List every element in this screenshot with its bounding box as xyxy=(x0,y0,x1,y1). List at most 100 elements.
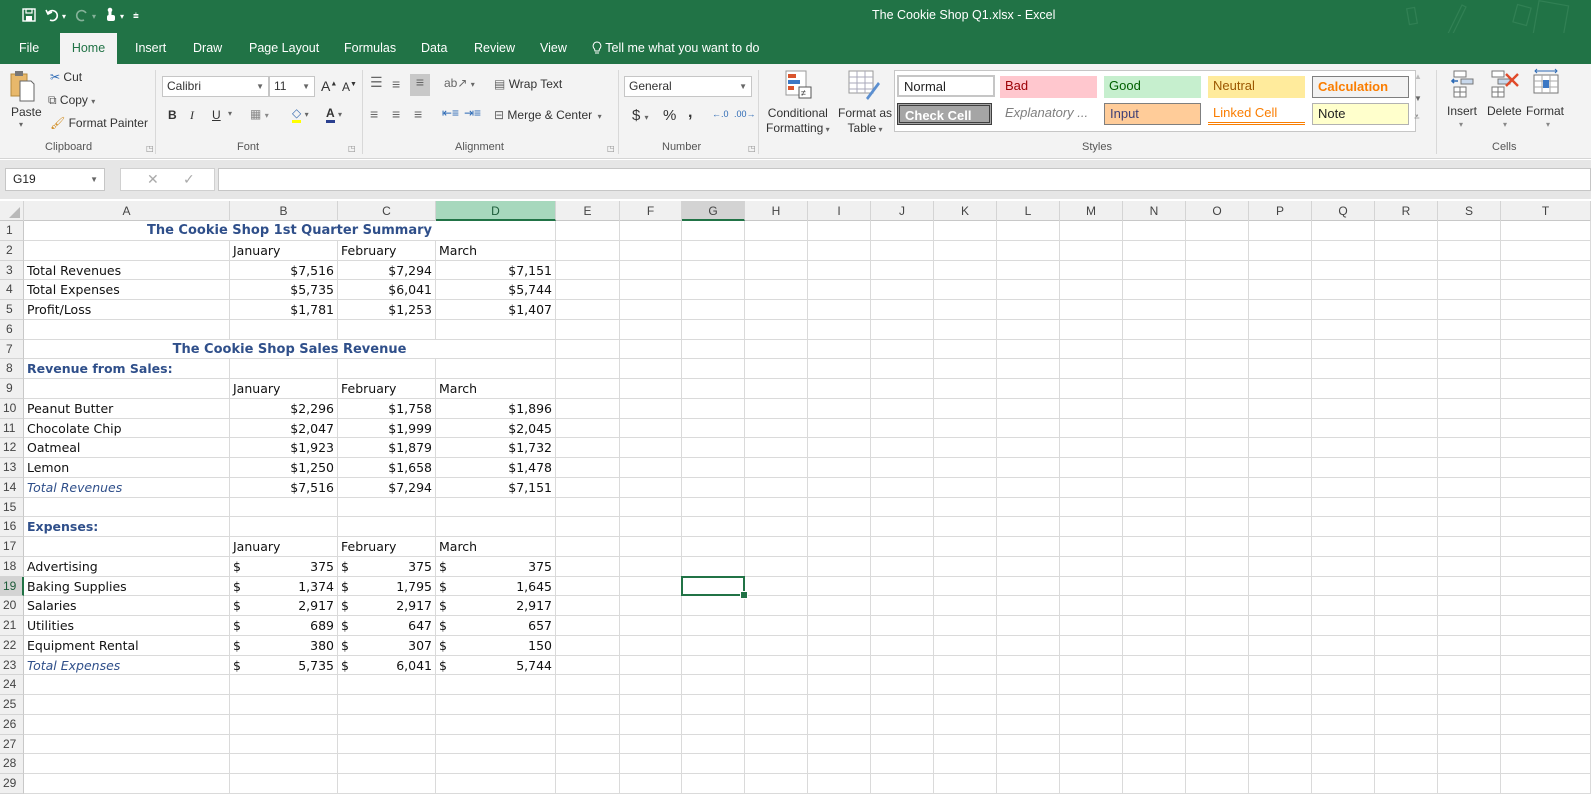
cell-n21[interactable] xyxy=(1123,616,1186,636)
cell-s22[interactable] xyxy=(1438,636,1501,656)
cell-o29[interactable] xyxy=(1186,774,1249,794)
column-header-e[interactable]: E xyxy=(556,201,620,221)
cell-f16[interactable] xyxy=(620,517,682,537)
cell-h21[interactable] xyxy=(745,616,808,636)
cell-r13[interactable] xyxy=(1375,458,1438,478)
cell-m14[interactable] xyxy=(1060,478,1123,498)
cell-m18[interactable] xyxy=(1060,557,1123,577)
cell-g23[interactable] xyxy=(682,656,745,675)
cell-l11[interactable] xyxy=(997,419,1060,438)
cell-k28[interactable] xyxy=(934,754,997,774)
cell-q9[interactable] xyxy=(1312,379,1375,399)
tab-file[interactable]: File xyxy=(19,33,39,64)
cell-s11[interactable] xyxy=(1438,419,1501,438)
redo-dropdown-icon[interactable]: ▾ xyxy=(92,12,96,21)
cell-q5[interactable] xyxy=(1312,300,1375,320)
cell-m22[interactable] xyxy=(1060,636,1123,656)
cell-h7[interactable] xyxy=(745,340,808,359)
cell-q28[interactable] xyxy=(1312,754,1375,774)
cell-n8[interactable] xyxy=(1123,359,1186,379)
cell-h5[interactable] xyxy=(745,300,808,320)
row-header-26[interactable]: 26 xyxy=(0,715,24,735)
cell-s15[interactable] xyxy=(1438,498,1501,517)
cell-p25[interactable] xyxy=(1249,695,1312,715)
row-header-8[interactable]: 8 xyxy=(0,359,24,379)
cell-r23[interactable] xyxy=(1375,656,1438,675)
cell-n3[interactable] xyxy=(1123,261,1186,280)
cell-b20[interactable]: $2,917 xyxy=(230,596,338,616)
cell-q14[interactable] xyxy=(1312,478,1375,498)
cell-d18[interactable]: $375 xyxy=(436,557,556,577)
cell-i7[interactable] xyxy=(808,340,871,359)
cell-l21[interactable] xyxy=(997,616,1060,636)
cell-s28[interactable] xyxy=(1438,754,1501,774)
cell-g24[interactable] xyxy=(682,675,745,695)
bold-button[interactable]: B xyxy=(168,108,177,122)
decrease-font-size-button[interactable]: A▼ xyxy=(342,80,357,94)
cell-h13[interactable] xyxy=(745,458,808,478)
cell-e29[interactable] xyxy=(556,774,620,794)
cell-s5[interactable] xyxy=(1438,300,1501,320)
cell-e14[interactable] xyxy=(556,478,620,498)
cell-g29[interactable] xyxy=(682,774,745,794)
cell-s16[interactable] xyxy=(1438,517,1501,537)
cell-n23[interactable] xyxy=(1123,656,1186,675)
cell-b24[interactable] xyxy=(230,675,338,695)
cell-f21[interactable] xyxy=(620,616,682,636)
cell-a27[interactable] xyxy=(24,735,230,754)
cell-f14[interactable] xyxy=(620,478,682,498)
cell-d14[interactable]: $7,151 xyxy=(436,478,556,498)
cell-s19[interactable] xyxy=(1438,577,1501,596)
cell-h19[interactable] xyxy=(745,577,808,596)
cell-o5[interactable] xyxy=(1186,300,1249,320)
cell-a23[interactable]: Total Expenses xyxy=(24,656,230,675)
cell-d19[interactable]: $1,645 xyxy=(436,577,556,596)
cell-d29[interactable] xyxy=(436,774,556,794)
cell-o11[interactable] xyxy=(1186,419,1249,438)
cell-p20[interactable] xyxy=(1249,596,1312,616)
touch-mode-dropdown-icon[interactable]: ▾ xyxy=(120,12,124,21)
style-check-cell[interactable]: Check Cell xyxy=(897,103,992,125)
decrease-decimal-button[interactable]: .00→ xyxy=(734,109,756,119)
cell-t26[interactable] xyxy=(1501,715,1591,735)
cell-i27[interactable] xyxy=(808,735,871,754)
cell-o16[interactable] xyxy=(1186,517,1249,537)
number-launcher-icon[interactable]: ◳ xyxy=(748,144,756,153)
cell-o14[interactable] xyxy=(1186,478,1249,498)
cell-e21[interactable] xyxy=(556,616,620,636)
cell-m11[interactable] xyxy=(1060,419,1123,438)
cell-q18[interactable] xyxy=(1312,557,1375,577)
cell-i22[interactable] xyxy=(808,636,871,656)
cell-h25[interactable] xyxy=(745,695,808,715)
cell-c9[interactable]: February xyxy=(338,379,436,399)
cell-l27[interactable] xyxy=(997,735,1060,754)
cell-s8[interactable] xyxy=(1438,359,1501,379)
cell-r26[interactable] xyxy=(1375,715,1438,735)
cell-g21[interactable] xyxy=(682,616,745,636)
cell-l26[interactable] xyxy=(997,715,1060,735)
cell-d22[interactable]: $150 xyxy=(436,636,556,656)
column-header-g[interactable]: G xyxy=(682,201,745,221)
cell-l22[interactable] xyxy=(997,636,1060,656)
cell-q20[interactable] xyxy=(1312,596,1375,616)
cell-h20[interactable] xyxy=(745,596,808,616)
cell-p22[interactable] xyxy=(1249,636,1312,656)
cell-d12[interactable]: $1,732 xyxy=(436,438,556,458)
cell-a10[interactable]: Peanut Butter xyxy=(24,399,230,419)
cell-s18[interactable] xyxy=(1438,557,1501,577)
cell-g14[interactable] xyxy=(682,478,745,498)
cell-o21[interactable] xyxy=(1186,616,1249,636)
cell-p15[interactable] xyxy=(1249,498,1312,517)
cell-r24[interactable] xyxy=(1375,675,1438,695)
cell-s25[interactable] xyxy=(1438,695,1501,715)
cell-k17[interactable] xyxy=(934,537,997,557)
cell-d20[interactable]: $2,917 xyxy=(436,596,556,616)
cell-j26[interactable] xyxy=(871,715,934,735)
cell-l13[interactable] xyxy=(997,458,1060,478)
cell-l8[interactable] xyxy=(997,359,1060,379)
cell-m19[interactable] xyxy=(1060,577,1123,596)
cell-k24[interactable] xyxy=(934,675,997,695)
cell-k27[interactable] xyxy=(934,735,997,754)
cell-q19[interactable] xyxy=(1312,577,1375,596)
undo-dropdown-icon[interactable]: ▾ xyxy=(62,12,66,21)
